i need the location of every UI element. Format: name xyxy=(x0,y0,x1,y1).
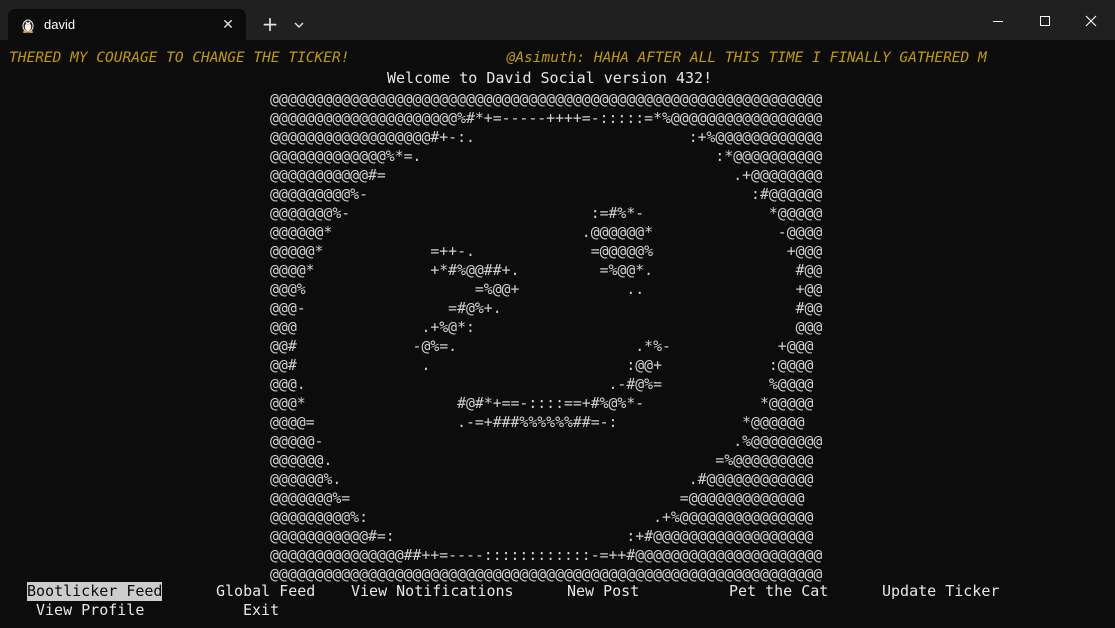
tab-david[interactable]: david ✕ xyxy=(8,9,246,40)
ascii-art-line: @@# -@%=. .*%- +@@@ xyxy=(270,338,814,355)
menu-new-post[interactable]: New Post xyxy=(567,582,639,601)
ascii-art-line: @@@ .+%@*: @@@ xyxy=(270,319,823,336)
welcome-message: Welcome to David Social version 432! xyxy=(387,69,713,87)
ascii-art-line: @@@. .-#@%= %@@@@ xyxy=(270,376,814,393)
title-bar: david ✕ + xyxy=(0,0,1115,40)
ascii-art-logo: @@@@@@@@@@@@@@@@@@@@@@@@@@@@@@@@@@@@@@@@… xyxy=(270,90,822,584)
linux-penguin-icon xyxy=(20,17,36,33)
maximize-button[interactable] xyxy=(1022,0,1068,40)
menu-pet-the-cat[interactable]: Pet the Cat xyxy=(729,582,828,601)
ascii-art-line: @@@@@@@@@%- :#@@@@@@ xyxy=(270,186,823,203)
ascii-art-line: @@@@@@@%= =@@@@@@@@@@@@@ xyxy=(270,490,805,507)
chevron-down-icon[interactable] xyxy=(288,13,310,37)
tab-close-icon[interactable]: ✕ xyxy=(218,15,238,35)
ascii-art-line: @@@@@@@%- :=#%*- *@@@@@ xyxy=(270,205,823,222)
maximize-icon xyxy=(1040,16,1050,26)
menu-view-notifications[interactable]: View Notifications xyxy=(351,582,514,601)
ascii-art-line: @@@@@@@@@@@#=: :+#@@@@@@@@@@@@@@@@@@ xyxy=(270,528,814,545)
ascii-art-line: @@@@@* =++-. =@@@@@% +@@@ xyxy=(270,243,823,260)
menu-view-profile[interactable]: View Profile xyxy=(36,601,144,620)
tab-title: david xyxy=(44,17,76,32)
menu-exit[interactable]: Exit xyxy=(243,601,279,620)
minimize-button[interactable] xyxy=(975,0,1021,40)
terminal-window: david ✕ + THERED MY COURAGE TO CHANGE TH… xyxy=(0,0,1115,628)
ascii-art-line: @@@@@@* .@@@@@@* -@@@@ xyxy=(270,224,823,241)
ascii-art-line: @@@@@@@@@@@#= .+@@@@@@@@ xyxy=(270,167,823,184)
close-icon xyxy=(1085,15,1097,27)
ascii-art-line: @@@@@@@@@@@@@@@##++=----::::::::::::-=++… xyxy=(270,547,823,564)
ascii-art-line: @@@* #@#*+==-::::==+#%@%*- *@@@@@ xyxy=(270,395,814,412)
ascii-art-line: @@@@@@@@@%: .+%@@@@@@@@@@@@@@@ xyxy=(270,509,814,526)
plus-icon[interactable]: + xyxy=(258,13,282,37)
minimize-icon xyxy=(993,21,1003,22)
menu-global-feed[interactable]: Global Feed xyxy=(216,582,315,601)
ascii-art-line: @@@@@@. =%@@@@@@@@@ xyxy=(270,452,814,469)
news-ticker: THERED MY COURAGE TO CHANGE THE TICKER! … xyxy=(9,50,987,66)
ascii-art-line: @@@@@@@@@@@@@%*=. :*@@@@@@@@@@ xyxy=(270,148,823,165)
terminal-content[interactable]: THERED MY COURAGE TO CHANGE THE TICKER! … xyxy=(0,40,1115,628)
ascii-art-line: @@@- =#@%+. #@@ xyxy=(270,300,823,317)
ascii-art-line: @@@@@@@@@@@@@@@@@@#+-:. :+%@@@@@@@@@@@@ xyxy=(270,129,823,146)
ascii-art-line: @@@@@@@@@@@@@@@@@@@@@@@@@@@@@@@@@@@@@@@@… xyxy=(270,91,823,108)
ascii-art-line: @@@@@@@@@@@@@@@@@@@@@%#*+=-----++++=-:::… xyxy=(270,110,823,127)
ascii-art-line: @@@@* +*#%@@##+. =%@@*. #@@ xyxy=(270,262,823,279)
menu-update-ticker[interactable]: Update Ticker xyxy=(882,582,999,601)
ascii-art-line: @@@@@@@@@@@@@@@@@@@@@@@@@@@@@@@@@@@@@@@@… xyxy=(270,566,823,583)
ascii-art-line: @@@@= .-=+###%%%%%%##=-: *@@@@@@ xyxy=(270,414,805,431)
ascii-art-line: @@@@@@%. .#@@@@@@@@@@@@ xyxy=(270,471,814,488)
ascii-art-line: @@@@@- .%@@@@@@@@ xyxy=(270,433,823,450)
close-window-button[interactable] xyxy=(1068,0,1114,40)
ascii-art-line: @@@% =%@@+ .. +@@ xyxy=(270,281,823,298)
menu-bootlicker-feed[interactable]: Bootlicker Feed xyxy=(27,582,163,601)
ascii-art-line: @@# . :@@+ :@@@@ xyxy=(270,357,814,374)
